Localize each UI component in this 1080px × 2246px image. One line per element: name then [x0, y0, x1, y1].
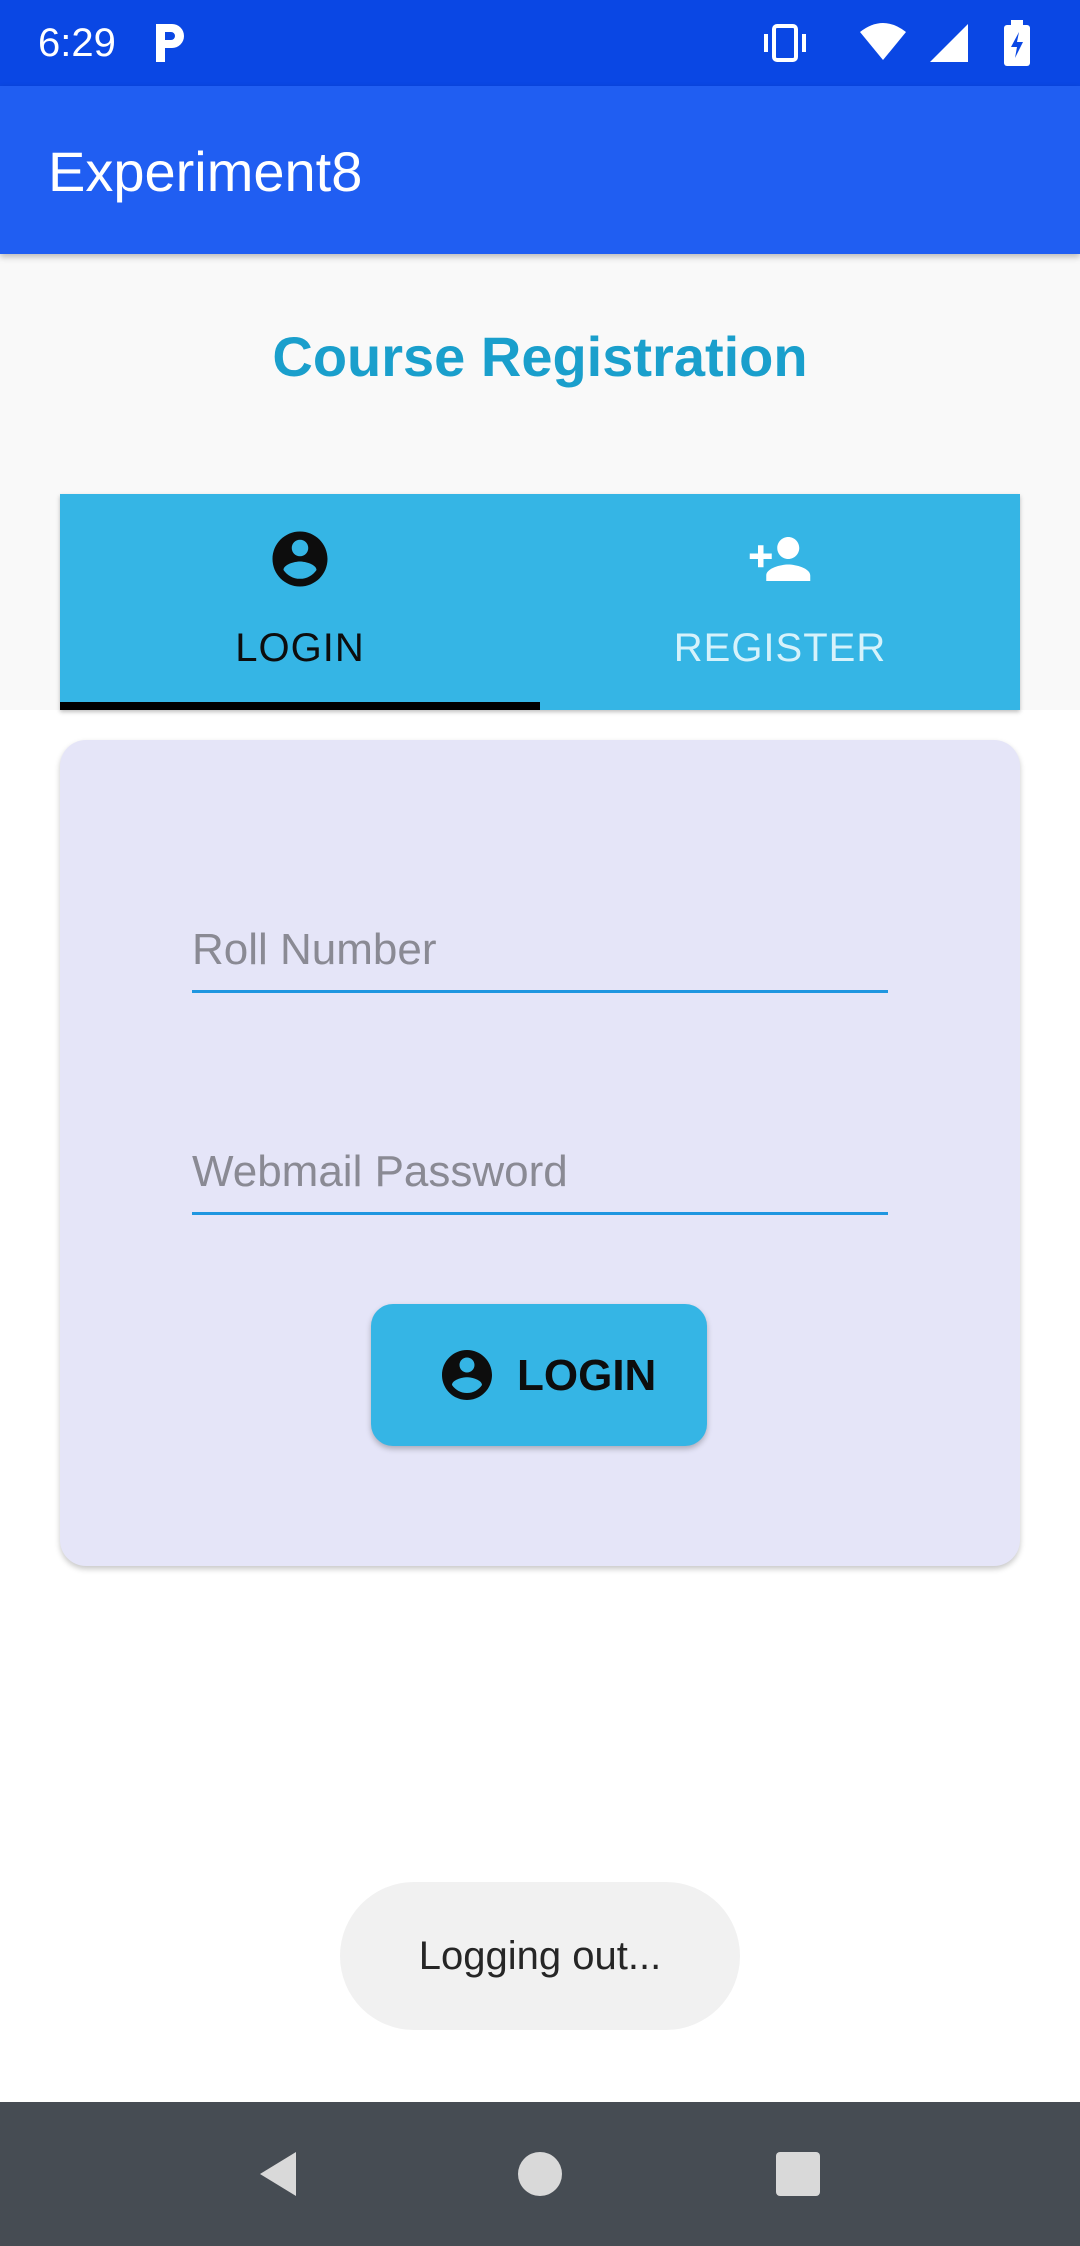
tab-bar: LOGIN REGISTER — [60, 494, 1020, 710]
status-time: 6:29 — [38, 21, 116, 65]
toast-message: Logging out... — [418, 1934, 662, 1978]
wifi-icon — [860, 23, 906, 60]
vibrate-icon — [764, 24, 806, 62]
home-icon[interactable] — [512, 2146, 568, 2202]
person-add-icon — [749, 537, 811, 581]
password-field — [192, 1132, 888, 1215]
status-bar: 6:29 — [0, 0, 1080, 86]
login-button[interactable]: LOGIN — [371, 1304, 707, 1446]
tab-login-label: LOGIN — [235, 626, 365, 670]
back-icon[interactable] — [250, 2146, 306, 2202]
tab-register[interactable]: REGISTER — [540, 494, 1020, 710]
nav-bar — [0, 2102, 1080, 2246]
account-circle-icon — [442, 1350, 492, 1400]
parking-icon — [156, 24, 184, 62]
signal-icon — [930, 24, 968, 62]
tab-register-label: REGISTER — [673, 626, 887, 670]
account-circle-icon — [272, 531, 328, 587]
app-title: Experiment8 — [48, 140, 363, 203]
battery-charging-icon — [1004, 20, 1030, 66]
page-heading: Course Registration — [272, 325, 808, 388]
login-button-label: LOGIN — [517, 1351, 657, 1400]
tab-login[interactable]: LOGIN — [60, 494, 540, 710]
roll-number-input[interactable] — [192, 910, 888, 990]
toast: Logging out... — [340, 1882, 740, 2030]
tab-indicator — [60, 702, 540, 710]
password-input[interactable] — [192, 1132, 888, 1212]
roll-number-field — [192, 910, 888, 993]
app-bar: Experiment8 — [0, 86, 1080, 254]
login-card: LOGIN — [60, 740, 1020, 1566]
recents-icon[interactable] — [770, 2146, 826, 2202]
